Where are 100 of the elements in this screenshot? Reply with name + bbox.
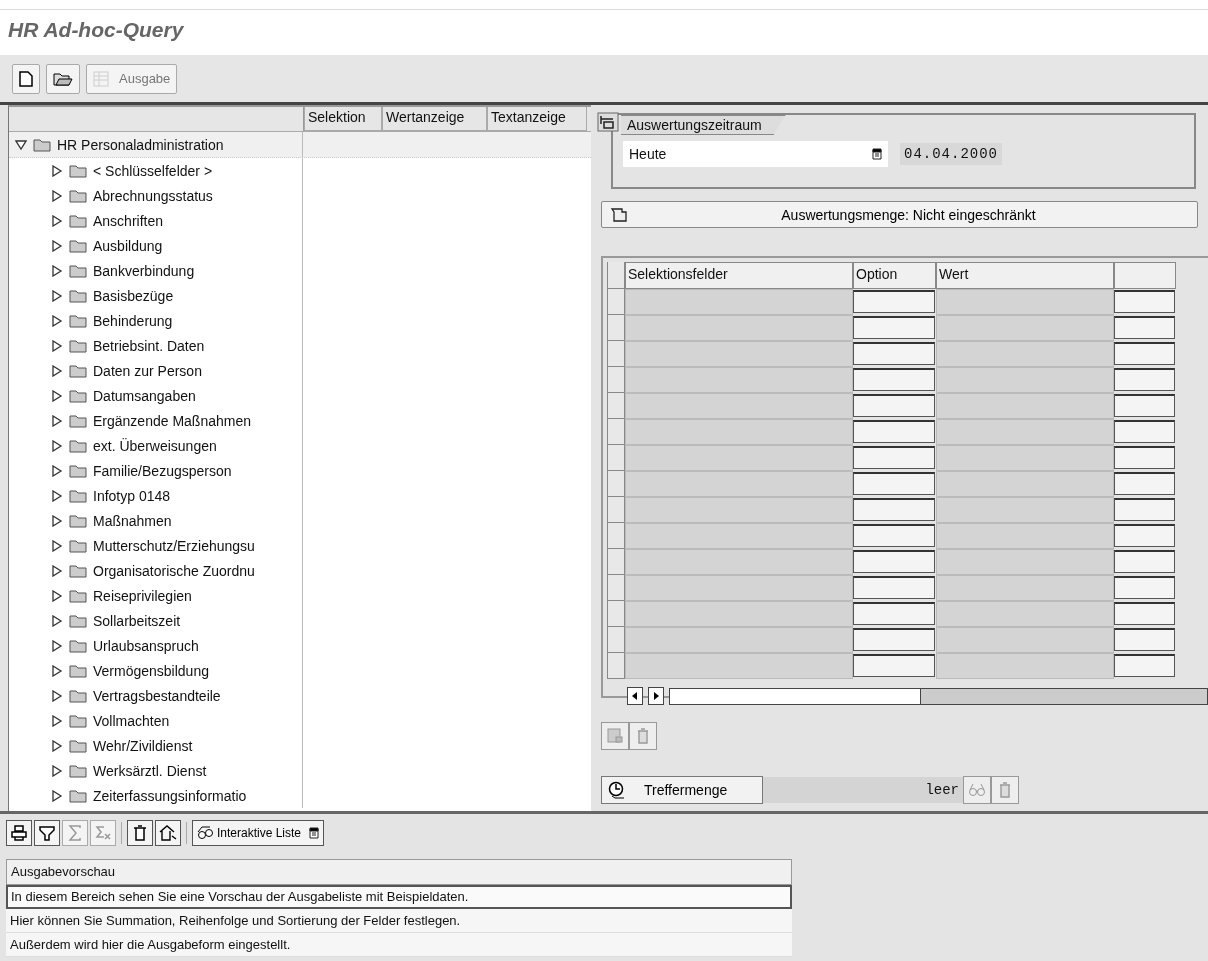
multiple-button[interactable] bbox=[1114, 446, 1175, 469]
option-button[interactable] bbox=[853, 394, 935, 417]
expander-icon[interactable] bbox=[51, 289, 63, 302]
expander-icon[interactable] bbox=[51, 689, 63, 702]
tree-node[interactable]: Ergänzende Maßnahmen bbox=[93, 412, 251, 429]
collapse-icon[interactable] bbox=[597, 112, 619, 132]
preview-row[interactable]: Außerdem wird hier die Ausgabeform eingestellt. bbox=[6, 933, 792, 957]
expander-icon[interactable] bbox=[51, 739, 63, 752]
scrollbar[interactable] bbox=[669, 687, 1208, 705]
tree-node[interactable]: Werksärztl. Dienst bbox=[93, 762, 207, 779]
multiple-button[interactable] bbox=[1114, 602, 1175, 625]
tree-node[interactable]: Reiseprivilegien bbox=[93, 587, 192, 604]
tree-node[interactable]: Basisbezüge bbox=[93, 287, 174, 304]
set-button[interactable]: Auswertungsmenge: Nicht eingeschränkt bbox=[601, 201, 1198, 228]
open-button[interactable] bbox=[46, 63, 80, 94]
preview-row[interactable]: In diesem Bereich sehen Sie eine Vorschau der Ausgabeliste mit Beispieldaten. bbox=[6, 885, 792, 909]
option-button[interactable] bbox=[853, 472, 935, 495]
expander-icon[interactable] bbox=[51, 564, 63, 577]
print-icon[interactable] bbox=[6, 819, 32, 846]
tree-node[interactable]: HR Personaladministration bbox=[57, 136, 224, 153]
dropdown-icon[interactable] bbox=[309, 826, 320, 839]
expander-icon[interactable] bbox=[51, 514, 63, 527]
row-selector[interactable] bbox=[607, 575, 625, 601]
option-button[interactable] bbox=[853, 316, 935, 339]
option-button[interactable] bbox=[853, 446, 935, 469]
row-selector[interactable] bbox=[607, 523, 625, 549]
tree-node[interactable]: Sollarbeitszeit bbox=[93, 612, 181, 629]
tree-node[interactable]: Daten zur Person bbox=[93, 362, 202, 379]
tree-node[interactable]: Maßnahmen bbox=[93, 512, 172, 529]
expander-icon[interactable] bbox=[51, 239, 63, 252]
tree-node[interactable]: Behinderung bbox=[93, 312, 173, 329]
row-selector[interactable] bbox=[607, 315, 625, 341]
option-button[interactable] bbox=[853, 550, 935, 573]
row-selector[interactable] bbox=[607, 393, 625, 419]
expander-icon[interactable] bbox=[51, 539, 63, 552]
layout-icon[interactable] bbox=[155, 819, 181, 846]
column-header[interactable]: Option bbox=[853, 262, 936, 289]
hits-button[interactable]: Treffermenge bbox=[601, 776, 763, 804]
period-dropdown[interactable]: Heute bbox=[623, 141, 888, 167]
multiple-button[interactable] bbox=[1114, 550, 1175, 573]
scroll-left-icon[interactable] bbox=[627, 687, 643, 705]
column-header[interactable]: Textanzeige bbox=[487, 107, 587, 131]
row-selector[interactable] bbox=[607, 627, 625, 653]
multiple-button[interactable] bbox=[1114, 654, 1175, 677]
expander-icon[interactable] bbox=[51, 339, 63, 352]
row-selector[interactable] bbox=[607, 549, 625, 575]
option-button[interactable] bbox=[853, 628, 935, 651]
tree-node[interactable]: Anschriften bbox=[93, 212, 164, 229]
tree-node[interactable]: Bankverbindung bbox=[93, 262, 195, 279]
tree-node[interactable]: Organisatorische Zuordnu bbox=[93, 562, 255, 579]
dropdown-icon[interactable] bbox=[872, 148, 882, 160]
row-selector[interactable] bbox=[607, 289, 625, 315]
expander-icon[interactable] bbox=[51, 489, 63, 502]
column-header[interactable]: Selektion bbox=[304, 107, 382, 131]
option-button[interactable] bbox=[853, 654, 935, 677]
multiple-button[interactable] bbox=[1114, 342, 1175, 365]
expander-icon[interactable] bbox=[51, 439, 63, 452]
column-header[interactable]: Wert bbox=[936, 262, 1114, 289]
delete-icon[interactable] bbox=[127, 819, 153, 846]
expander-icon[interactable] bbox=[15, 138, 27, 151]
tree-node[interactable]: Zeiterfassungsinformatio bbox=[93, 787, 247, 804]
expander-icon[interactable] bbox=[51, 639, 63, 652]
expander-icon[interactable] bbox=[51, 214, 63, 227]
multiple-button[interactable] bbox=[1114, 524, 1175, 547]
column-header[interactable]: Wertanzeige bbox=[382, 107, 487, 131]
tree-node[interactable]: Wehr/Zivildienst bbox=[93, 737, 193, 754]
row-selector[interactable] bbox=[607, 445, 625, 471]
tree-node[interactable]: Familie/Bezugsperson bbox=[93, 462, 232, 479]
tree-node[interactable]: Datumsangaben bbox=[93, 387, 196, 404]
tree-node[interactable]: Ausbildung bbox=[93, 237, 163, 254]
expander-icon[interactable] bbox=[51, 414, 63, 427]
tree-node[interactable]: Infotyp 0148 bbox=[93, 487, 171, 504]
tree-node[interactable]: Vollmachten bbox=[93, 712, 170, 729]
option-button[interactable] bbox=[853, 420, 935, 443]
preview-row[interactable]: Hier können Sie Summation, Reihenfolge und Sortierung der Felder festlegen. bbox=[6, 909, 792, 933]
tree-node[interactable]: Betriebsint. Daten bbox=[93, 337, 205, 354]
expander-icon[interactable] bbox=[51, 389, 63, 402]
tree-node[interactable]: Mutterschutz/Erziehungsu bbox=[93, 537, 255, 554]
expander-icon[interactable] bbox=[51, 589, 63, 602]
multiple-button[interactable] bbox=[1114, 628, 1175, 651]
expander-icon[interactable] bbox=[51, 364, 63, 377]
multiple-button[interactable] bbox=[1114, 472, 1175, 495]
option-button[interactable] bbox=[853, 498, 935, 521]
row-selector[interactable] bbox=[607, 601, 625, 627]
option-button[interactable] bbox=[853, 524, 935, 547]
option-button[interactable] bbox=[853, 342, 935, 365]
option-button[interactable] bbox=[853, 602, 935, 625]
tree-node[interactable]: < Schlüsselfelder > bbox=[93, 162, 213, 179]
expander-icon[interactable] bbox=[51, 314, 63, 327]
row-selector[interactable] bbox=[607, 497, 625, 523]
row-selector[interactable] bbox=[607, 653, 625, 679]
expander-icon[interactable] bbox=[51, 789, 63, 802]
row-selector[interactable] bbox=[607, 419, 625, 445]
row-selector[interactable] bbox=[607, 341, 625, 367]
row-selector[interactable] bbox=[607, 471, 625, 497]
multiple-button[interactable] bbox=[1114, 368, 1175, 391]
multiple-button[interactable] bbox=[1114, 290, 1175, 313]
tree-node[interactable]: ext. Überweisungen bbox=[93, 437, 217, 454]
new-button[interactable] bbox=[12, 63, 40, 94]
expander-icon[interactable] bbox=[51, 714, 63, 727]
